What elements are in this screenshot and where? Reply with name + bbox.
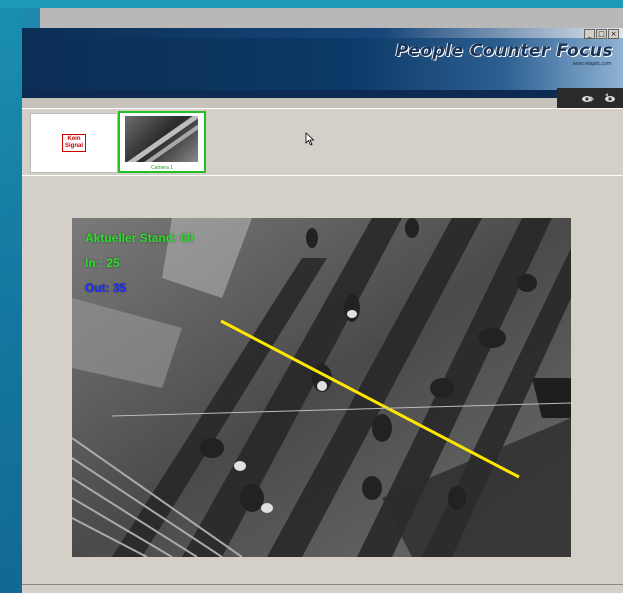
- mouse-cursor-icon: [305, 132, 315, 146]
- camera-caption: Camera 1: [151, 165, 173, 171]
- eye-forward-icon[interactable]: [581, 92, 595, 106]
- thumbnail-camera-1[interactable]: Camera 1: [118, 111, 206, 173]
- main-view-panel: Aktueller Stand: 60 In : 25 Out: 35: [22, 175, 623, 585]
- desktop-background: [0, 0, 623, 8]
- thumbnail-no-signal[interactable]: Kein Signal: [30, 113, 118, 173]
- toolstrip: [557, 88, 623, 110]
- eye-settings-icon[interactable]: [603, 92, 617, 106]
- no-signal-label: Kein Signal: [61, 134, 86, 152]
- in-count-label: In : 25: [85, 256, 120, 270]
- app-window: _ □ × People Counter Focus www.vitaptic.…: [22, 8, 623, 593]
- window-controls: _ □ ×: [584, 29, 619, 39]
- close-button[interactable]: ×: [608, 29, 619, 39]
- camera-preview-image: [125, 116, 198, 162]
- status-bar: [22, 584, 623, 593]
- banner-bottom-band: [22, 90, 623, 98]
- app-url: www.vitaptic.com: [572, 61, 611, 67]
- header-banner: _ □ × People Counter Focus www.vitaptic.…: [22, 28, 623, 90]
- maximize-button[interactable]: □: [596, 29, 607, 39]
- current-count-label: Aktueller Stand: 60: [85, 231, 194, 245]
- video-scene: [72, 218, 571, 557]
- minimize-button[interactable]: _: [584, 29, 595, 39]
- window-topbar: [40, 8, 623, 28]
- out-count-label: Out: 35: [85, 281, 127, 295]
- camera-thumbnail-bar: Kein Signal Camera 1: [22, 108, 623, 176]
- title-bar: _ □ ×: [22, 28, 623, 39]
- toolbar: [22, 98, 623, 108]
- app-title: People Counter Focus: [395, 41, 613, 61]
- window-edge: [22, 8, 40, 28]
- camera-video-feed: Aktueller Stand: 60 In : 25 Out: 35: [72, 218, 571, 557]
